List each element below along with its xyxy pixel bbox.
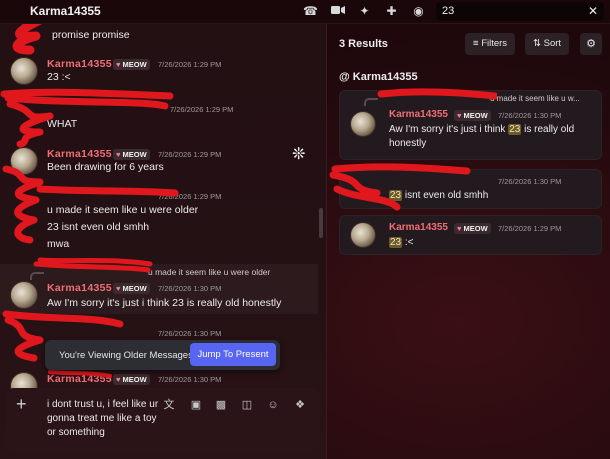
message-text: u made it seem like u were older (47, 204, 199, 216)
translate-icon[interactable]: 文 (162, 398, 176, 412)
timestamp: 7/26/2026 1:30 PM (498, 111, 562, 120)
app-window: Karma14355 ☎ ✦ ✚ ◉ 23 ✕ promise promise … (0, 0, 610, 459)
apps-icon[interactable]: ❖ (293, 398, 307, 412)
reply-preview[interactable]: u made it seem like u were older (148, 267, 270, 277)
timestamp: 7/26/2026 1:29 PM (158, 150, 222, 159)
message-text: 23 :< (47, 71, 71, 83)
message-composer: + i dont trust u, i feel like ur gonna t… (6, 388, 320, 452)
timestamp: 7/26/2026 1:30 PM (158, 375, 222, 384)
gear-icon[interactable]: ⚙ (580, 33, 602, 55)
scrollbar-thumb[interactable] (319, 208, 323, 238)
jump-to-present-button[interactable]: Jump To Present (190, 343, 276, 366)
pin-icon[interactable]: ✦ (357, 4, 372, 19)
video-icon[interactable] (330, 4, 345, 19)
timestamp: 7/26/2026 1:29 PM (170, 105, 234, 114)
message-input[interactable]: i dont trust u, i feel like ur gonna tre… (47, 398, 162, 440)
message-text: Aw I'm sorry it's just i think 23 is rea… (47, 297, 282, 309)
result-text: 23 :< (389, 237, 414, 248)
reply-preview: u made it seem like u w... (490, 94, 580, 103)
search-match: 23 (508, 124, 522, 135)
profile-icon[interactable]: ◉ (411, 4, 426, 19)
timestamp: 7/26/2026 1:30 PM (158, 284, 222, 293)
timestamp: 7/26/2026 1:30 PM (158, 329, 222, 338)
sort-icon: ⇅ (533, 38, 541, 49)
username[interactable]: Karma14355 (47, 373, 112, 385)
result-text: Aw I'm sorry it's just i think 23 is rea… (389, 124, 575, 149)
message-text: Been drawing for 6 years (47, 161, 164, 173)
role-badge: ♥ MEOW (454, 223, 491, 234)
avatar[interactable] (10, 147, 38, 175)
search-result[interactable]: Karma14355 ♥ MEOW 7/26/2026 1:29 PM 23 :… (339, 215, 602, 255)
cat-cursor-icon: ❊ (292, 146, 306, 163)
emoji-icon[interactable]: ☺ (266, 398, 280, 412)
timestamp: 7/26/2026 1:29 PM (158, 192, 222, 201)
filters-button[interactable]: ≡ Filters (465, 33, 516, 55)
avatar[interactable] (10, 281, 38, 309)
older-messages-label: You're Viewing Older Messages (59, 349, 193, 361)
username[interactable]: Karma14355 (47, 282, 112, 294)
chat-pane: promise promise Karma14355 ♥ MEOW 7/26/2… (0, 24, 326, 459)
timestamp: 7/26/2026 1:30 PM (498, 177, 562, 186)
older-messages-bar: You're Viewing Older Messages Jump To Pr… (45, 340, 280, 370)
top-bar: Karma14355 ☎ ✦ ✚ ◉ 23 ✕ (0, 0, 610, 24)
phone-icon[interactable]: ☎ (303, 4, 318, 19)
role-badge: ♥ MEOW (113, 374, 150, 385)
message-text: mwa (47, 238, 70, 250)
avatar[interactable] (350, 222, 376, 248)
username[interactable]: Karma14355 (389, 109, 448, 120)
message-text: WHAT (47, 118, 78, 130)
reply-connector (364, 98, 378, 106)
role-badge: ♥ MEOW (113, 283, 150, 294)
result-text: 23 isnt even old smhh (389, 190, 489, 201)
search-result[interactable]: u made it seem like u w... Karma14355 ♥ … (339, 90, 602, 160)
search-input[interactable]: 23 ✕ (436, 2, 604, 21)
search-match: 23 (389, 237, 403, 248)
add-friend-icon[interactable]: ✚ (384, 4, 399, 19)
avatar[interactable] (350, 111, 376, 137)
gif-icon[interactable]: ▩ (214, 398, 228, 412)
search-result[interactable]: 7/26/2026 1:30 PM 23 isnt even old smhh (339, 169, 602, 209)
role-badge: ♥ MEOW (113, 149, 150, 160)
timestamp: 7/26/2026 1:29 PM (158, 60, 222, 69)
sort-button[interactable]: ⇅ Sort (525, 33, 570, 55)
close-icon[interactable]: ✕ (588, 2, 598, 21)
gift-icon[interactable]: ▣ (189, 398, 203, 412)
sticker-icon[interactable]: ◫ (240, 398, 254, 412)
avatar[interactable] (10, 57, 38, 85)
search-value: 23 (442, 5, 455, 17)
reply-connector (30, 272, 44, 280)
filters-icon: ≡ (473, 38, 479, 49)
search-match: 23 (389, 190, 403, 201)
results-count: 3 Results (339, 38, 388, 50)
add-attachment-icon[interactable]: + (16, 394, 27, 415)
channel-title: Karma14355 (30, 4, 101, 18)
results-channel-label: @ Karma14355 (339, 71, 418, 83)
search-results-pane: 3 Results ≡ Filters ⇅ Sort ⚙ @ Karma1435… (327, 24, 610, 459)
username[interactable]: Karma14355 (389, 222, 448, 233)
timestamp: 7/26/2026 1:29 PM (498, 224, 562, 233)
username[interactable]: Karma14355 (47, 58, 112, 70)
username[interactable]: Karma14355 (47, 148, 112, 160)
message-text: promise promise (52, 29, 130, 41)
role-badge: ♥ MEOW (113, 59, 150, 70)
message-text: 23 isnt even old smhh (47, 221, 150, 233)
role-badge: ♥ MEOW (454, 110, 491, 121)
